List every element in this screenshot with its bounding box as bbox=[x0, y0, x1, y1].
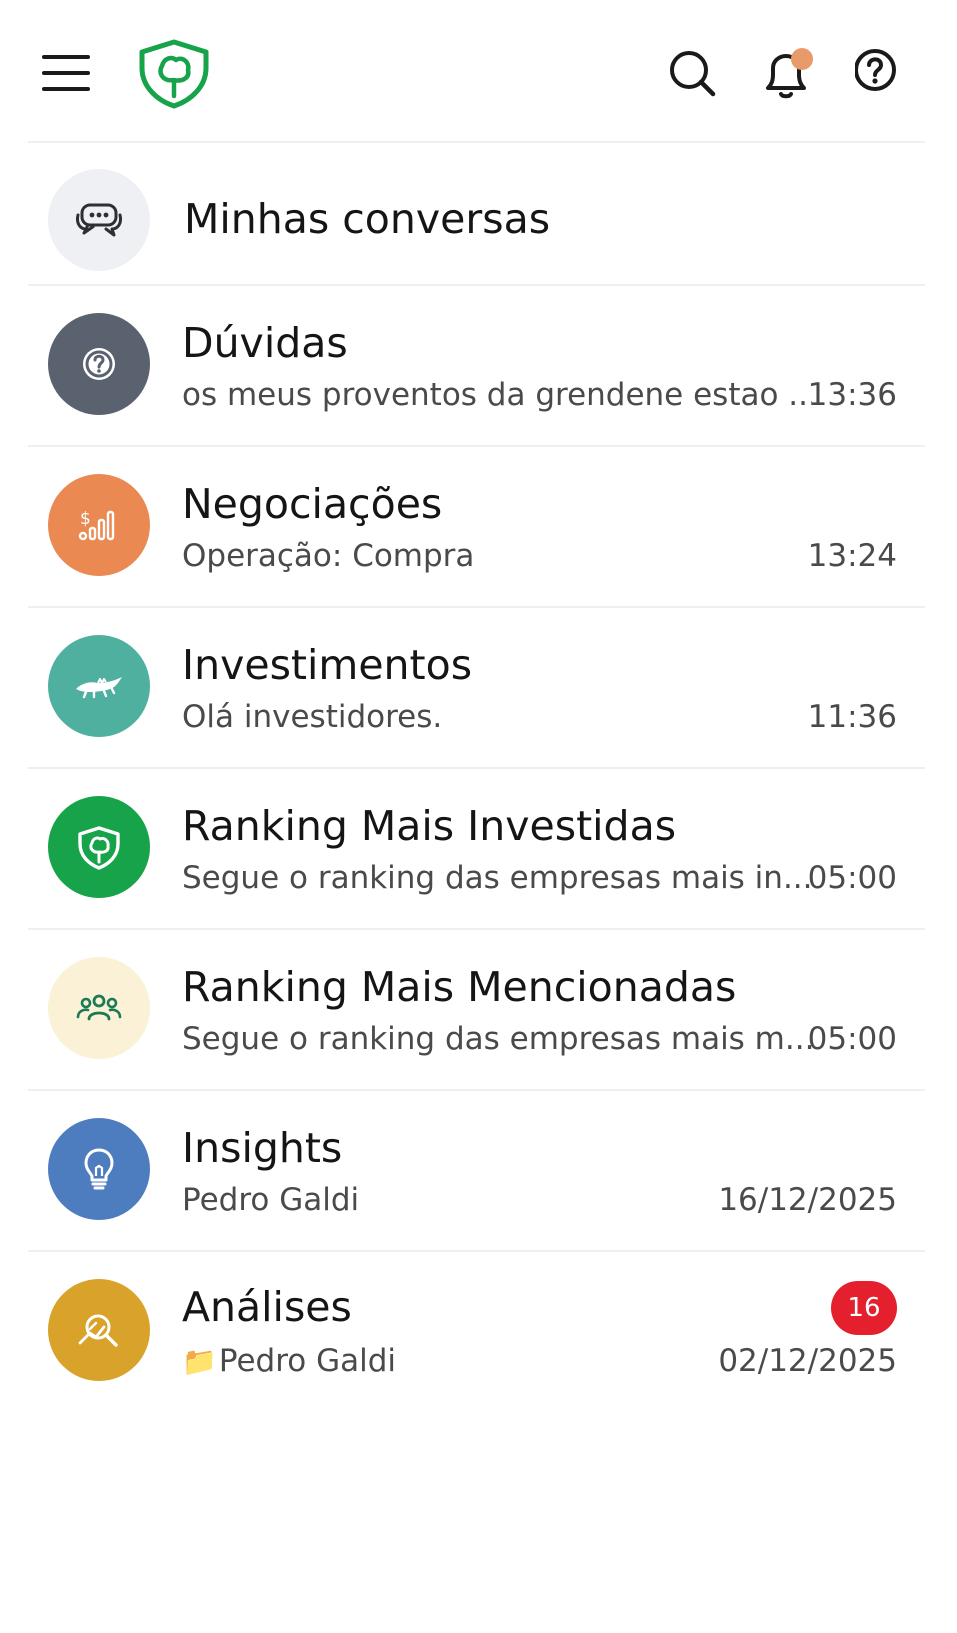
help-icon[interactable] bbox=[855, 46, 911, 102]
conversation-row-investimentos[interactable]: Investimentos Olá investidores. 11:36 bbox=[28, 611, 925, 777]
conversation-row-ranking-mencionadas[interactable]: Ranking Mais Mencionadas Segue o ranking… bbox=[28, 933, 925, 1099]
conversation-title: Insights bbox=[182, 1124, 343, 1172]
folder-icon: 📁 bbox=[182, 1345, 217, 1378]
question-icon bbox=[48, 313, 150, 415]
conversation-row-ranking-investidas[interactable]: Ranking Mais Investidas Segue o ranking … bbox=[28, 772, 925, 938]
divider bbox=[28, 1089, 925, 1091]
conversation-time: 02/12/2025 bbox=[718, 1343, 897, 1379]
search-icon[interactable] bbox=[665, 46, 721, 102]
conversation-preview: os meus proventos da grendene estao ... bbox=[182, 377, 812, 413]
notifications-button[interactable] bbox=[758, 46, 814, 102]
conversation-title: Negociações bbox=[182, 480, 443, 528]
chat-bubbles-icon bbox=[48, 169, 150, 271]
lightbulb-icon bbox=[48, 1118, 150, 1220]
conversation-time: 05:00 bbox=[807, 860, 897, 896]
menu-icon[interactable] bbox=[42, 55, 90, 91]
unread-badge: 16 bbox=[831, 1281, 897, 1335]
divider bbox=[28, 767, 925, 769]
svg-text:$: $ bbox=[80, 509, 91, 529]
conversation-title: Investimentos bbox=[182, 641, 473, 689]
divider bbox=[28, 141, 925, 143]
conversation-row-analises[interactable]: Análises 16 📁Pedro Galdi 02/12/2025 bbox=[28, 1255, 925, 1425]
crocodile-icon bbox=[48, 635, 150, 737]
conversation-preview: Pedro Galdi bbox=[182, 1182, 360, 1218]
shield-tree-icon bbox=[48, 796, 150, 898]
magnifier-chart-icon bbox=[48, 1279, 150, 1381]
conversation-preview: Segue o ranking das empresas mais m... bbox=[182, 1021, 812, 1057]
conversation-time: 05:00 bbox=[807, 1021, 897, 1057]
conversation-preview: Olá investidores. bbox=[182, 699, 443, 735]
conversation-preview: Operação: Compra bbox=[182, 538, 475, 574]
divider bbox=[28, 1250, 925, 1252]
conversation-title: Análises bbox=[182, 1283, 352, 1331]
divider bbox=[28, 928, 925, 930]
conversation-row-insights[interactable]: Insights Pedro Galdi 16/12/2025 bbox=[28, 1094, 925, 1260]
top-bar bbox=[0, 0, 957, 145]
conversation-preview-text: Pedro Galdi bbox=[218, 1343, 397, 1379]
logo-icon[interactable] bbox=[136, 38, 212, 110]
conversation-title: Ranking Mais Investidas bbox=[182, 802, 677, 850]
conversation-title: Ranking Mais Mencionadas bbox=[182, 963, 737, 1011]
dollar-bars-icon: $ bbox=[48, 474, 150, 576]
conversation-preview: 📁Pedro Galdi bbox=[182, 1343, 396, 1379]
my-conversations-header[interactable]: Minhas conversas bbox=[28, 147, 925, 292]
conversation-time: 13:24 bbox=[807, 538, 897, 574]
divider bbox=[28, 284, 925, 286]
divider bbox=[28, 445, 925, 447]
people-icon bbox=[48, 957, 150, 1059]
divider bbox=[28, 606, 925, 608]
conversation-time: 11:36 bbox=[807, 699, 897, 735]
notification-dot bbox=[791, 48, 813, 70]
conversation-time: 16/12/2025 bbox=[718, 1182, 897, 1218]
conversation-time: 13:36 bbox=[807, 377, 897, 413]
page-title: Minhas conversas bbox=[184, 195, 551, 243]
conversation-row-duvidas[interactable]: Dúvidas os meus proventos da grendene es… bbox=[28, 289, 925, 455]
conversation-title: Dúvidas bbox=[182, 319, 348, 367]
conversation-preview: Segue o ranking das empresas mais in... bbox=[182, 860, 812, 896]
conversation-row-negociacoes[interactable]: $ Negociações Operação: Compra 13:24 bbox=[28, 450, 925, 616]
